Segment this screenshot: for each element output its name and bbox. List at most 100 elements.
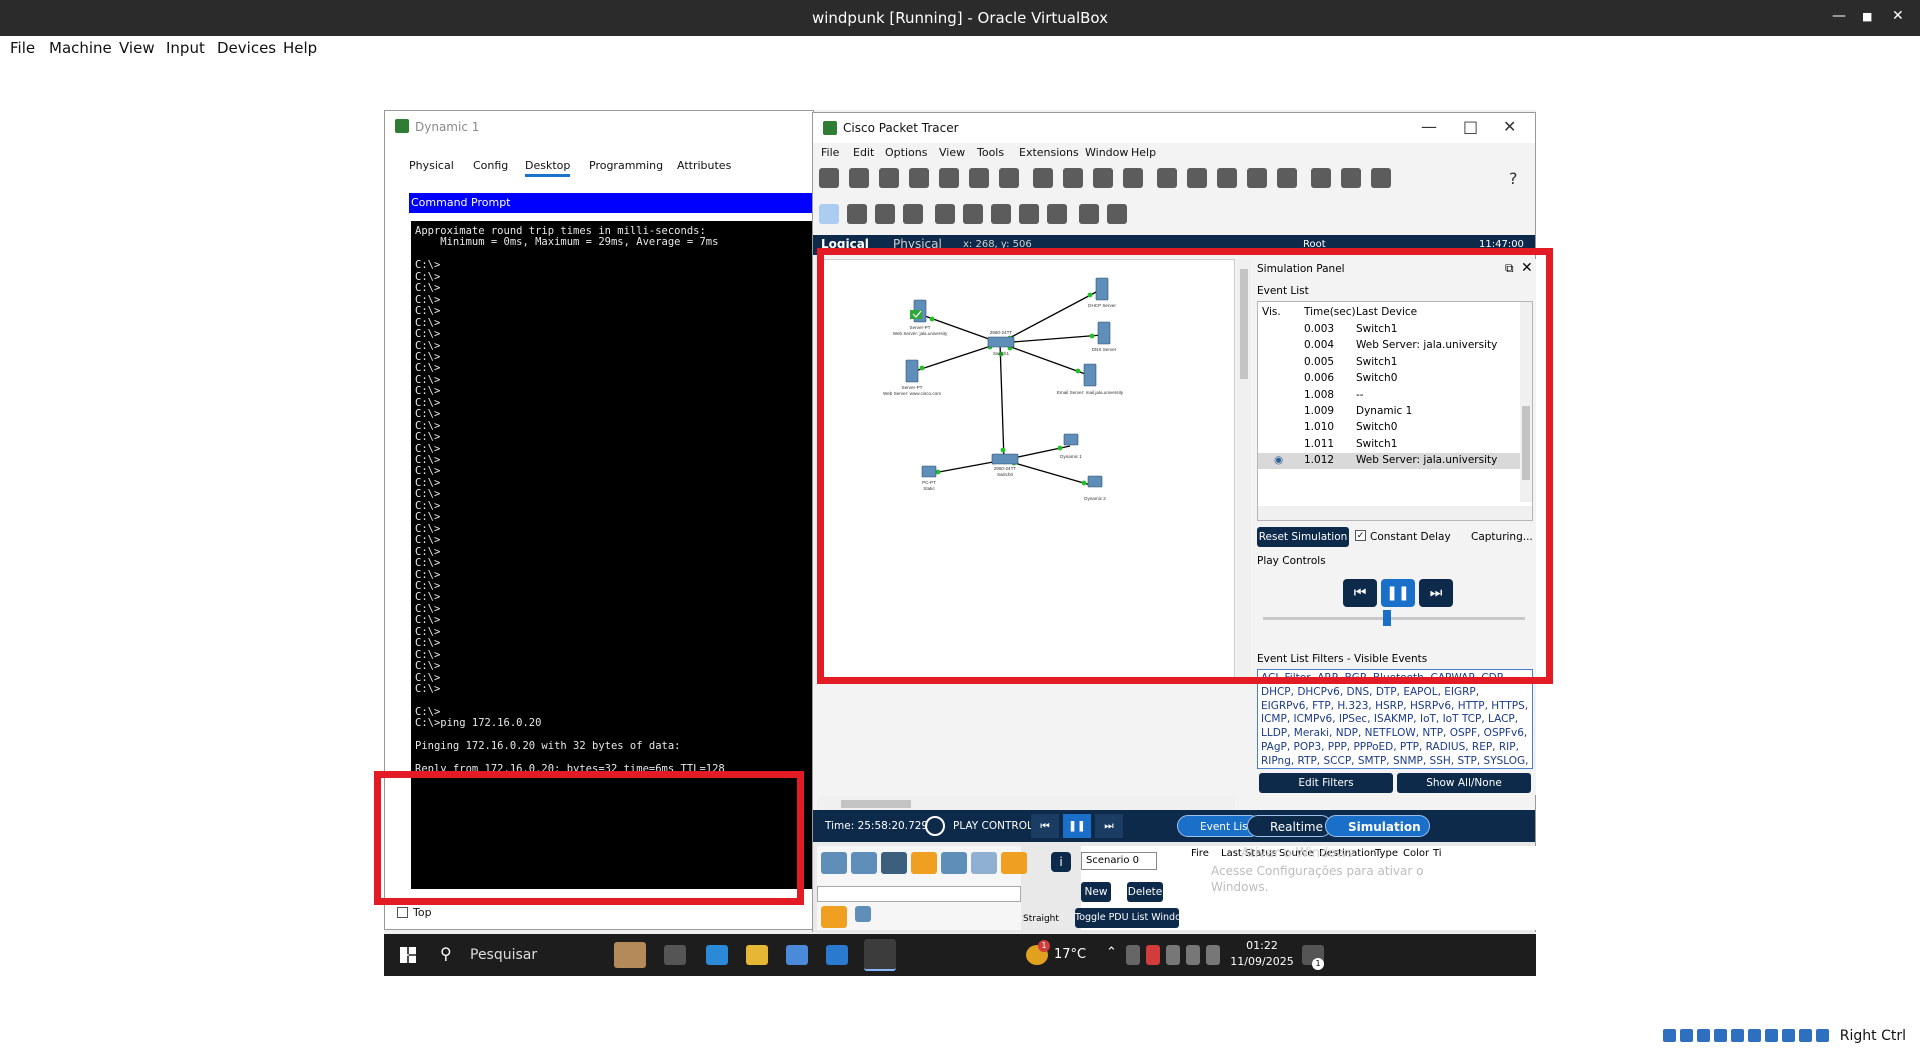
freeform-icon[interactable]: [1047, 204, 1067, 224]
pt-menu-help[interactable]: Help: [1131, 146, 1156, 159]
connections-icon[interactable]: [911, 852, 937, 874]
scroll-thumb[interactable]: [841, 800, 911, 808]
pt-menu-options[interactable]: Options: [885, 146, 927, 159]
viewport-icon[interactable]: [1311, 168, 1331, 188]
auto-connection-icon[interactable]: [1001, 852, 1027, 874]
new-scenario-button[interactable]: New: [1081, 882, 1111, 902]
tab-physical[interactable]: Physical: [409, 159, 454, 172]
tab-programming[interactable]: Programming: [589, 159, 663, 172]
pt-menu-window[interactable]: Window: [1085, 146, 1128, 159]
cpu-icon[interactable]: [1782, 1029, 1796, 1042]
pt-title-bar[interactable]: Cisco Packet Tracer — □ ✕: [813, 113, 1535, 143]
zoom-in-icon[interactable]: [1157, 168, 1177, 188]
network-icon[interactable]: [1186, 945, 1200, 965]
minimize-icon[interactable]: —: [1832, 8, 1846, 24]
top-checkbox[interactable]: Top: [397, 906, 432, 919]
tab-attributes[interactable]: Attributes: [677, 159, 731, 172]
vbox-menu-file[interactable]: File: [10, 39, 35, 57]
zoom-out-icon[interactable]: [1217, 168, 1237, 188]
recording-icon[interactable]: [1765, 1029, 1779, 1042]
toggle-pdu-list-button[interactable]: Toggle PDU List Window: [1075, 908, 1189, 928]
display-icon[interactable]: [1748, 1029, 1762, 1042]
pdu-col-color[interactable]: Color: [1403, 848, 1429, 859]
note-icon[interactable]: [935, 204, 955, 224]
tab-config[interactable]: Config: [473, 159, 508, 172]
network-devices-icon[interactable]: [821, 852, 847, 874]
maximize-icon[interactable]: ■: [1862, 10, 1872, 23]
activity-wizard-icon[interactable]: [999, 168, 1019, 188]
scenario-select[interactable]: Scenario 0: [1081, 852, 1157, 870]
vbox-menu-help[interactable]: Help: [283, 39, 317, 57]
search-icon[interactable]: ⚲: [440, 944, 452, 963]
keyboard-icon[interactable]: [1816, 1029, 1830, 1042]
device-list-icon[interactable]: [1341, 168, 1361, 188]
pt-minimize-icon[interactable]: —: [1421, 117, 1437, 136]
redo-icon[interactable]: [1123, 168, 1143, 188]
file-explorer-icon[interactable]: [746, 945, 768, 965]
back-step-icon[interactable]: ⏮: [1031, 814, 1059, 838]
taskbar-date[interactable]: 11/09/2025: [1226, 955, 1298, 968]
vbox-menu-view[interactable]: View: [119, 39, 155, 57]
shared-folders-icon[interactable]: [1731, 1029, 1745, 1042]
draw-line-icon[interactable]: [963, 204, 983, 224]
vbox-menu-input[interactable]: Input: [166, 39, 205, 57]
mouse-integration-icon[interactable]: [1799, 1029, 1813, 1042]
tray-alert-icon[interactable]: [1146, 945, 1160, 965]
search-highlight-icon[interactable]: [614, 942, 646, 968]
add-complex-pdu-icon[interactable]: [1107, 204, 1127, 224]
pdu-col-fire[interactable]: Fire: [1191, 848, 1209, 859]
packet-tracer-taskbar-icon[interactable]: [864, 939, 896, 971]
simulation-button[interactable]: Simulation: [1325, 815, 1430, 837]
pt-menu-view[interactable]: View: [939, 146, 965, 159]
wifi-icon[interactable]: [1166, 945, 1180, 965]
pt-close-icon[interactable]: ✕: [1503, 117, 1516, 136]
windows-start-icon[interactable]: [400, 947, 416, 963]
delete-icon[interactable]: [875, 204, 895, 224]
copy-icon[interactable]: [1033, 168, 1053, 188]
misc-icon[interactable]: [941, 852, 967, 874]
add-simple-pdu-icon[interactable]: [1079, 204, 1099, 224]
cd-icon[interactable]: [1680, 1029, 1694, 1042]
end-devices-icon[interactable]: [851, 852, 877, 874]
lightning-connection-icon[interactable]: [821, 906, 847, 928]
forward-step-icon[interactable]: ⏭: [1095, 814, 1123, 838]
chevron-up-icon[interactable]: ⌃: [1106, 945, 1117, 960]
network-wizard-icon[interactable]: [969, 168, 989, 188]
grid-icon[interactable]: [855, 906, 871, 922]
mail-icon[interactable]: [826, 945, 848, 965]
resize-icon[interactable]: [903, 204, 923, 224]
vbox-menu-devices[interactable]: Devices: [217, 39, 276, 57]
info-icon[interactable]: i: [1051, 852, 1071, 872]
realtime-button[interactable]: Realtime: [1247, 815, 1332, 837]
new-file-icon[interactable]: [819, 168, 839, 188]
pt-maximize-icon[interactable]: □: [1463, 117, 1478, 136]
help-icon[interactable]: ?: [1509, 169, 1518, 188]
draw-rectangle-icon[interactable]: [991, 204, 1011, 224]
open-file-icon[interactable]: [849, 168, 869, 188]
pdu-col-type[interactable]: Type: [1375, 848, 1398, 859]
info-icon[interactable]: [939, 168, 959, 188]
volume-icon[interactable]: [1206, 945, 1220, 965]
select-icon[interactable]: [819, 204, 839, 224]
edit-filters-button[interactable]: Edit Filters: [1259, 773, 1393, 793]
pt-menu-file[interactable]: File: [821, 146, 839, 159]
pt-menu-extensions[interactable]: Extensions: [1019, 146, 1079, 159]
pdu-col-time[interactable]: Ti: [1433, 848, 1442, 859]
network-adapter-icon[interactable]: [1714, 1029, 1728, 1042]
components-icon[interactable]: [881, 852, 907, 874]
device-search-field[interactable]: [817, 886, 1021, 902]
save-icon[interactable]: [879, 168, 899, 188]
custom-devices-icon[interactable]: [1277, 168, 1297, 188]
show-all-none-button[interactable]: Show All/None: [1397, 773, 1531, 793]
checkbox-icon[interactable]: [397, 907, 408, 918]
delete-scenario-button[interactable]: Delete: [1127, 882, 1163, 902]
taskbar-search[interactable]: Pesquisar: [470, 947, 537, 963]
tab-desktop[interactable]: Desktop: [525, 159, 571, 177]
drawing-palette-icon[interactable]: [1247, 168, 1267, 188]
print-icon[interactable]: [909, 168, 929, 188]
inspect-icon[interactable]: [847, 204, 867, 224]
dynamic1-title-bar[interactable]: Dynamic 1: [385, 111, 813, 143]
tray-app-icon[interactable]: [1126, 945, 1140, 965]
vbox-menu-machine[interactable]: Machine: [49, 39, 112, 57]
close-icon[interactable]: ✕: [1892, 8, 1904, 24]
